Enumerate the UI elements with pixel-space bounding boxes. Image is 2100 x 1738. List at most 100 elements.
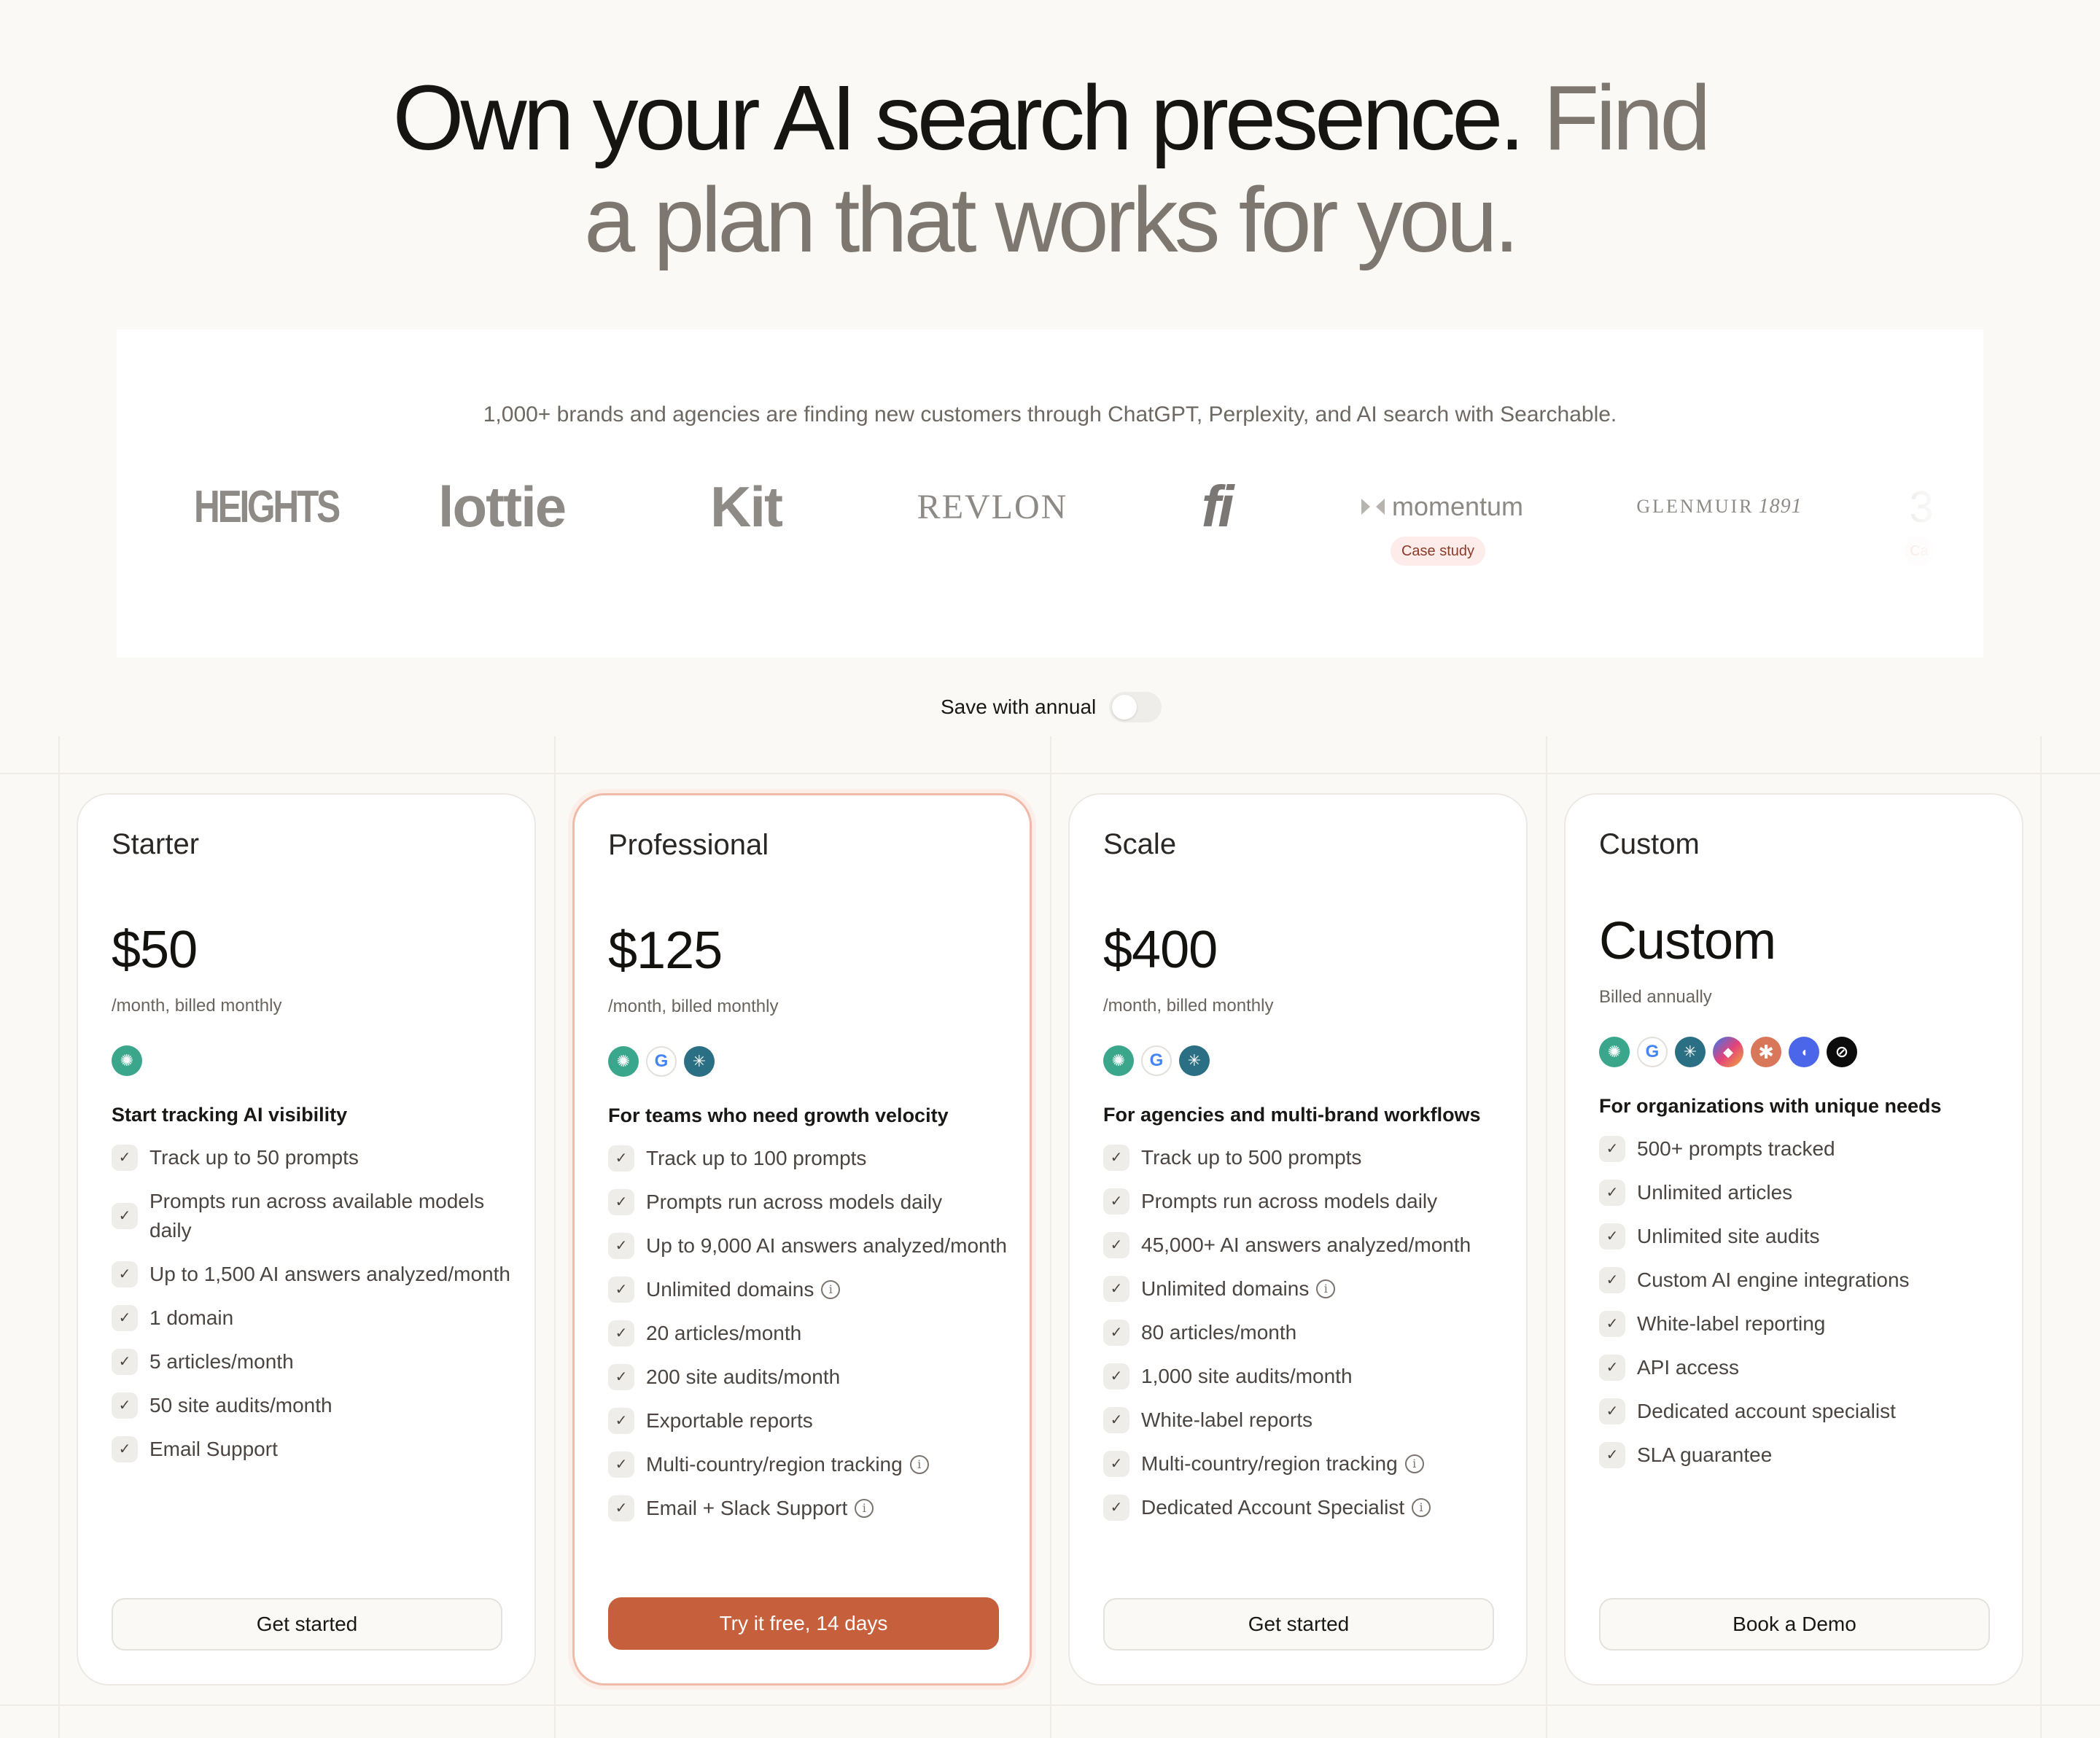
feature-text: 80 articles/month (1141, 1321, 1297, 1344)
feature-text: API access (1637, 1356, 1740, 1379)
book-demo-button[interactable]: Book a Demo (1599, 1598, 1990, 1651)
feature-item: ✓ 80 articles/month (1103, 1318, 1512, 1347)
feature-text: White-label reports (1141, 1408, 1312, 1431)
feature-item: ✓ Track up to 50 prompts (112, 1143, 520, 1172)
google-icon: G (1141, 1045, 1172, 1076)
check-icon: ✓ (608, 1233, 634, 1259)
feature-item: ✓ 50 site audits/month (112, 1391, 520, 1420)
feature-text: Dedicated Account Specialist (1141, 1496, 1405, 1519)
get-started-button[interactable]: Get started (1103, 1598, 1494, 1651)
perplexity-icon: ✳ (684, 1046, 715, 1077)
feature-text: Prompts run across available models dail… (149, 1190, 485, 1242)
check-icon: ✓ (1103, 1145, 1129, 1171)
logo-glenmuir: GLENMUIR 1891 (1636, 467, 1801, 547)
feature-item: ✓ Unlimited domains i (608, 1275, 1016, 1304)
plan-period: Billed annually (1599, 987, 1712, 1007)
check-icon: ✓ (1103, 1276, 1129, 1302)
feature-item: ✓ Up to 9,000 AI answers analyzed/month (608, 1231, 1016, 1260)
feature-text: Email + Slack Support (646, 1497, 848, 1519)
check-icon: ✓ (1103, 1320, 1129, 1346)
feature-list: ✓ Track up to 100 prompts ✓ Prompts run ac… (608, 1144, 1016, 1538)
feature-text: 1,000 site audits/month (1141, 1365, 1353, 1387)
headline-secondary-1: Find (1543, 66, 1711, 169)
momentum-wordmark: momentum (1391, 491, 1524, 521)
feature-text: Dedicated account specialist (1637, 1400, 1896, 1422)
plan-name: Professional (608, 829, 769, 861)
start-trial-button[interactable]: Try it free, 14 days (608, 1597, 999, 1650)
feature-item: ✓ 5 articles/month (112, 1347, 520, 1376)
feature-text: Unlimited articles (1637, 1181, 1793, 1204)
feature-item: ✓ Track up to 100 prompts (608, 1144, 1016, 1173)
info-icon[interactable]: i (909, 1455, 929, 1474)
check-icon: ✓ (1599, 1398, 1625, 1425)
logo-fi: fi (1201, 474, 1234, 539)
plan-card-scale: Scale $400 /month, billed monthly ✺ G ✳ … (1068, 793, 1528, 1686)
feature-text: 5 articles/month (149, 1350, 294, 1373)
feature-item: ✓ White-label reports (1103, 1406, 1512, 1435)
check-icon: ✓ (608, 1145, 634, 1172)
feature-text: 50 site audits/month (149, 1394, 332, 1416)
feature-item: ✓ Custom AI engine integrations (1599, 1266, 2007, 1295)
copilot-icon: ◆ (1713, 1037, 1743, 1067)
plan-name: Custom (1599, 828, 1700, 860)
feature-item: ✓ Email Support (112, 1435, 520, 1464)
info-icon[interactable]: i (855, 1499, 874, 1518)
check-icon: ✓ (1103, 1363, 1129, 1390)
feature-item: ✓ 45,000+ AI answers analyzed/month (1103, 1231, 1512, 1260)
logo-momentum[interactable]: momentum (1358, 467, 1525, 547)
check-icon: ✓ (608, 1320, 634, 1347)
info-icon[interactable]: i (821, 1280, 841, 1299)
check-icon: ✓ (112, 1145, 138, 1171)
feature-text: 45,000+ AI answers analyzed/month (1141, 1234, 1471, 1256)
info-icon[interactable]: i (1316, 1279, 1336, 1298)
feature-text: Custom AI engine integrations (1637, 1269, 1910, 1291)
check-icon: ✓ (112, 1261, 138, 1287)
feature-item: ✓ Dedicated Account Specialist i (1103, 1493, 1512, 1522)
annual-toggle[interactable] (1109, 692, 1162, 722)
check-icon: ✓ (1103, 1232, 1129, 1258)
feature-text: 20 articles/month (646, 1322, 802, 1344)
check-icon: ✓ (1103, 1188, 1129, 1215)
feature-list: ✓ 500+ prompts tracked ✓ Unlimited article… (1599, 1134, 2007, 1484)
check-icon: ✓ (1599, 1180, 1625, 1206)
feature-item: ✓ Prompts run across models daily (1103, 1187, 1512, 1216)
check-icon: ✓ (608, 1408, 634, 1434)
plan-name: Scale (1103, 828, 1177, 860)
feature-text: Prompts run across models daily (646, 1191, 943, 1213)
billing-toggle-label: Save with annual (941, 695, 1097, 718)
feature-text: Email Support (149, 1438, 278, 1460)
feature-item: ✓ 500+ prompts tracked (1599, 1134, 2007, 1164)
logo-heights: HEIGHTS (193, 481, 341, 532)
engine-list: ✺ (112, 1045, 142, 1076)
claude-icon: ✱ (1751, 1037, 1781, 1067)
plan-card-starter: Starter $50 /month, billed monthly ✺ Sta… (77, 793, 536, 1686)
logo-fade-overlay (1852, 437, 1983, 583)
page-title: Own your AI search presence. Find a plan… (0, 67, 2100, 271)
info-icon[interactable]: i (1404, 1454, 1424, 1473)
feature-text: Track up to 100 prompts (646, 1147, 867, 1169)
feature-item: ✓ Email + Slack Support i (608, 1494, 1016, 1523)
plan-name: Starter (112, 828, 200, 860)
grid-line (1546, 736, 1547, 1738)
feature-text: Unlimited domains (646, 1278, 814, 1301)
engine-list: ✺ G ✳ ◆ ✱ ◖ ⊘ (1599, 1037, 1857, 1067)
headline-primary: Own your AI search presence. (392, 66, 1525, 169)
check-icon: ✓ (608, 1364, 634, 1390)
toggle-knob (1112, 695, 1138, 720)
headline-secondary-2: a plan that works for you. (584, 168, 1520, 271)
openai-icon: ✺ (112, 1045, 142, 1076)
check-icon: ✓ (1599, 1267, 1625, 1293)
case-study-badge[interactable]: Case study (1391, 537, 1485, 566)
feature-item: ✓ White-label reporting (1599, 1309, 2007, 1338)
feature-text: Multi-country/region tracking (646, 1453, 903, 1476)
plan-period: /month, billed monthly (112, 996, 282, 1016)
check-icon: ✓ (1599, 1223, 1625, 1250)
feature-item: ✓ Unlimited articles (1599, 1178, 2007, 1207)
feature-text: Track up to 50 prompts (149, 1146, 359, 1169)
plan-tagline: Start tracking AI visibility (112, 1104, 348, 1126)
feature-item: ✓ Prompts run across models daily (608, 1188, 1016, 1217)
get-started-button[interactable]: Get started (112, 1598, 502, 1651)
info-icon[interactable]: i (1412, 1498, 1431, 1517)
logo-kit: Kit (710, 474, 783, 539)
feature-text: Unlimited site audits (1637, 1225, 1820, 1247)
